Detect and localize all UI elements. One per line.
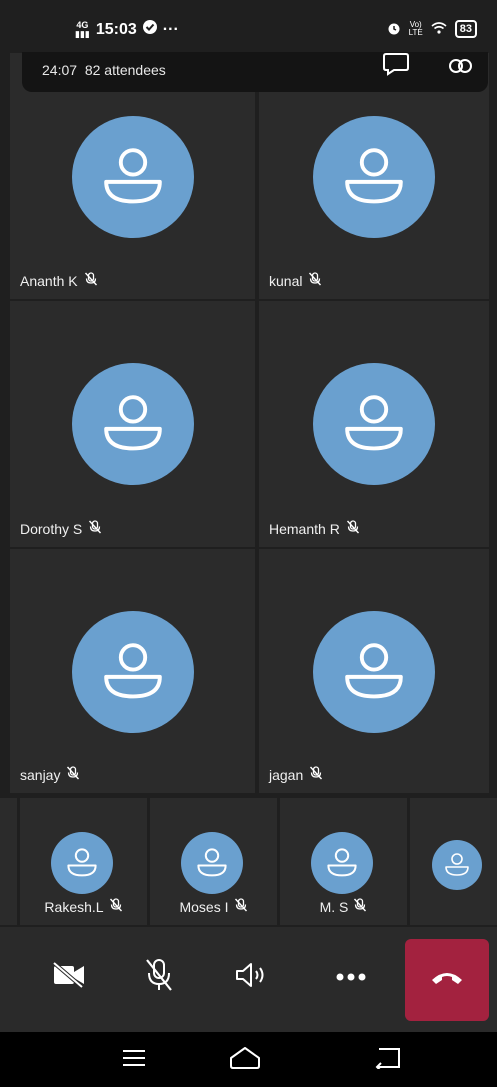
- network-indicator: 4G ▮▮▮: [75, 19, 90, 39]
- call-toolbar: [0, 927, 497, 1032]
- participant-name-text: kunal: [269, 272, 303, 289]
- participant-name-text: Dorothy S: [20, 520, 83, 537]
- menu-icon: [121, 1049, 147, 1072]
- strip-participant-tile[interactable]: Rakesh.L: [20, 798, 147, 925]
- participant-name-text: Moses I: [179, 898, 229, 915]
- participant-tile-partial[interactable]: [0, 798, 17, 925]
- back-icon: [373, 1047, 403, 1074]
- participant-name-text: jagan: [269, 766, 304, 783]
- chat-icon[interactable]: [382, 52, 410, 81]
- muted-icon: [88, 520, 102, 537]
- back-button[interactable]: [368, 1046, 408, 1074]
- person-icon: [51, 848, 113, 898]
- person-icon: [432, 853, 482, 894]
- participant-name-text: Ananth K: [20, 272, 78, 289]
- participant-avatar: [71, 116, 194, 238]
- participant-avatar: [310, 832, 373, 894]
- meeting-attendees: 82 attendees: [84, 62, 166, 78]
- status-time: 15:03: [95, 20, 137, 38]
- person-icon: [313, 395, 435, 489]
- muted-icon: [346, 520, 360, 537]
- participant-tile[interactable]: sanjay: [10, 549, 255, 793]
- strip-participant-tile[interactable]: M. S: [280, 798, 407, 925]
- mic-toggle-button[interactable]: [131, 949, 187, 1005]
- navigation-bar: [0, 1032, 497, 1087]
- participant-name-text: M. S: [319, 898, 349, 915]
- end-call-icon: [430, 970, 464, 991]
- participant-name-text: sanjay: [20, 766, 61, 783]
- participant-name: Moses I: [150, 898, 277, 915]
- more-options-button[interactable]: [323, 949, 379, 1005]
- strip-participant-tile[interactable]: [410, 798, 497, 925]
- camera-off-icon: [52, 960, 86, 993]
- participant-name: M. S: [280, 898, 407, 915]
- status-bar: 4G ▮▮▮ 15:03 ··· Vo) LTE 83: [0, 0, 497, 52]
- alarm-icon: [387, 21, 401, 38]
- participant-name-text: Rakesh.L: [44, 898, 104, 915]
- meeting-info: 24:07 82 attendees: [42, 62, 166, 78]
- more-status-icon: ···: [162, 20, 179, 38]
- muted-icon: [66, 766, 80, 783]
- person-icon: [313, 148, 435, 242]
- person-icon: [181, 848, 243, 898]
- participant-name: kunal: [269, 272, 322, 289]
- participant-name: sanjay: [20, 766, 80, 783]
- participant-tile[interactable]: Dorothy S: [10, 301, 255, 547]
- person-icon: [72, 395, 194, 489]
- status-right: Vo) LTE 83: [387, 20, 477, 38]
- participant-name: Ananth K: [20, 272, 98, 289]
- participant-name: Dorothy S: [20, 520, 102, 537]
- wifi-icon: [431, 21, 447, 37]
- check-icon: [142, 20, 157, 39]
- volte-icon: Vo) LTE: [408, 20, 423, 37]
- participant-avatar: [313, 116, 435, 238]
- home-button[interactable]: [225, 1046, 265, 1074]
- participant-name-text: Hemanth R: [269, 520, 340, 537]
- muted-icon: [308, 272, 322, 289]
- participant-avatar: [50, 832, 113, 894]
- strip-participant-tile[interactable]: Moses I: [150, 798, 277, 925]
- person-icon: [311, 848, 373, 898]
- participant-tile[interactable]: Hemanth R: [259, 301, 489, 547]
- participant-avatar: [313, 363, 435, 485]
- participant-name: jagan: [269, 766, 323, 783]
- meeting-duration: 24:07: [42, 62, 78, 78]
- muted-icon: [84, 272, 98, 289]
- participants-icon[interactable]: [446, 52, 474, 81]
- mic-off-icon: [144, 958, 174, 997]
- muted-icon: [353, 898, 367, 915]
- participant-tile[interactable]: jagan: [259, 549, 489, 793]
- muted-icon: [109, 898, 123, 915]
- home-icon: [228, 1046, 262, 1075]
- recent-apps-button[interactable]: [114, 1046, 154, 1074]
- participant-avatar: [71, 363, 194, 485]
- person-icon: [72, 643, 194, 737]
- muted-icon: [234, 898, 248, 915]
- participant-avatar: [432, 840, 482, 890]
- participant-avatar: [313, 611, 435, 733]
- person-icon: [313, 643, 435, 737]
- participant-avatar: [180, 832, 243, 894]
- camera-toggle-button[interactable]: [41, 949, 97, 1005]
- more-icon: [336, 968, 366, 986]
- status-left: 4G ▮▮▮ 15:03 ···: [75, 20, 179, 39]
- battery-indicator: 83: [454, 20, 477, 38]
- muted-icon: [309, 766, 323, 783]
- speaker-button[interactable]: [223, 949, 279, 1005]
- person-icon: [72, 148, 194, 242]
- participant-avatar: [71, 611, 194, 733]
- participant-name: Hemanth R: [269, 520, 360, 537]
- participant-name: Rakesh.L: [20, 898, 147, 915]
- end-call-button[interactable]: [405, 939, 489, 1021]
- speaker-icon: [234, 961, 268, 994]
